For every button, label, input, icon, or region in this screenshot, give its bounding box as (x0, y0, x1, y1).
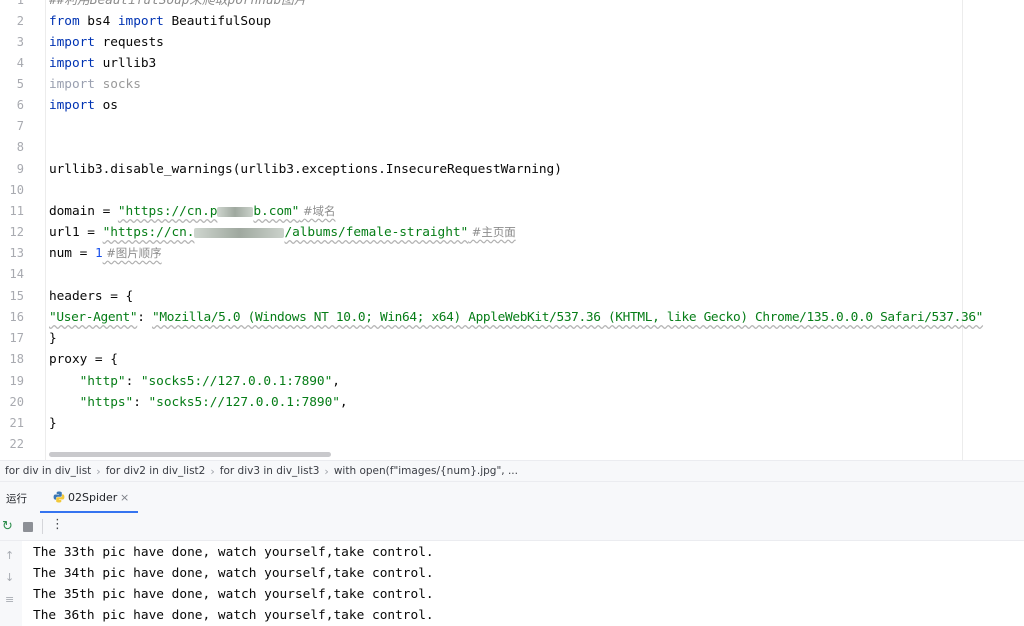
line-number: 8 (16, 140, 24, 154)
line-number: 1 (16, 0, 24, 7)
line-number: 9 (16, 162, 24, 176)
breadcrumb-item[interactable]: with open(f"images/{num}.jpg", ... (329, 465, 523, 477)
scroll-down-icon[interactable]: ↓ (5, 571, 14, 584)
soft-wrap-icon[interactable]: ≡ (5, 593, 14, 606)
more-icon[interactable]: ⋮ (51, 517, 64, 532)
line-number: 3 (16, 35, 24, 49)
code-line-13: num = 1 #图片顺序 (49, 246, 162, 261)
code-line-19: "http": "socks5://127.0.0.1:7890", (79, 374, 340, 389)
line-number: 13 (9, 246, 24, 260)
line-number: 18 (9, 352, 24, 366)
line-number: 10 (9, 183, 24, 197)
code-line-16: "User-Agent": "Mozilla/5.0 (Windows NT 1… (49, 310, 984, 325)
code-line-20: "https": "socks5://127.0.0.1:7890", (79, 395, 348, 410)
console-output[interactable]: ↑ ↓ ≡ The 33th pic have done, watch your… (0, 541, 1024, 626)
code-line-4: import urllib3 (49, 56, 157, 71)
code-line-6: import os (49, 98, 118, 113)
close-icon[interactable]: × (120, 491, 129, 504)
console-line: The 35th pic have done, watch yourself,t… (33, 587, 434, 602)
code-line-11: domain = "https://cn.p b.com" #域名 (49, 204, 336, 219)
line-number: 11 (9, 204, 24, 218)
run-tool-window-title: 运行 (6, 493, 27, 505)
run-toolbar: ↻ ⋮ (0, 513, 1024, 541)
scroll-up-icon[interactable]: ↑ (5, 549, 14, 562)
breadcrumb: for div in div_list › for div2 in div_li… (0, 460, 1024, 481)
line-number: 15 (9, 289, 24, 303)
console-line: The 34th pic have done, watch yourself,t… (33, 566, 434, 581)
breadcrumb-item[interactable]: for div in div_list (0, 465, 96, 477)
code-line-18: proxy = { (49, 352, 118, 367)
code-line-9: urllib3.disable_warnings(urllib3.excepti… (49, 162, 562, 177)
line-number: 12 (9, 225, 24, 239)
code-line-3: import requests (49, 35, 164, 50)
code-line-21: } (49, 416, 57, 431)
redacted-text (194, 227, 285, 238)
line-number: 16 (9, 310, 24, 324)
horizontal-scrollbar[interactable] (49, 452, 331, 457)
line-number: 22 (9, 437, 24, 451)
redacted-text (217, 206, 254, 217)
line-number: 2 (16, 14, 24, 28)
line-number: 20 (9, 395, 24, 409)
code-editor[interactable]: 1 ##利用BeautifulSoup来爬取pornhub图片 2 from b… (0, 0, 1024, 460)
code-line-2: from bs4 import BeautifulSoup (49, 14, 272, 29)
code-line-17: } (49, 331, 57, 346)
console-side-toolbar: ↑ ↓ ≡ (0, 541, 22, 626)
console-line: The 33th pic have done, watch yourself,t… (33, 545, 434, 560)
line-number: 6 (16, 98, 24, 112)
line-number: 19 (9, 374, 24, 388)
python-file-icon (53, 491, 65, 503)
console-line: The 36th pic have done, watch yourself,t… (33, 608, 434, 623)
code-line-1: ##利用BeautifulSoup来爬取pornhub图片 (49, 0, 307, 8)
line-number: 14 (9, 267, 24, 281)
tab-label: 02Spider (68, 491, 118, 504)
line-number: 17 (9, 331, 24, 345)
line-number: 7 (16, 119, 24, 133)
line-number: 21 (9, 416, 24, 430)
breadcrumb-item[interactable]: for div3 in div_list3 (215, 465, 325, 477)
code-line-12: url1 = "https://cn./albums/female-straig… (49, 225, 516, 240)
line-number: 5 (16, 77, 24, 91)
code-line-5: import socks (49, 77, 141, 92)
tab-02spider[interactable]: 02Spider × (40, 482, 138, 513)
code-line-15: headers = { (49, 289, 134, 304)
line-number: 4 (16, 56, 24, 70)
breadcrumb-item[interactable]: for div2 in div_list2 (101, 465, 211, 477)
stop-icon[interactable] (23, 522, 33, 532)
run-tool-window-header: 运行 02Spider × (0, 481, 1024, 513)
rerun-icon[interactable]: ↻ (2, 519, 13, 534)
toolbar-divider (42, 519, 43, 534)
